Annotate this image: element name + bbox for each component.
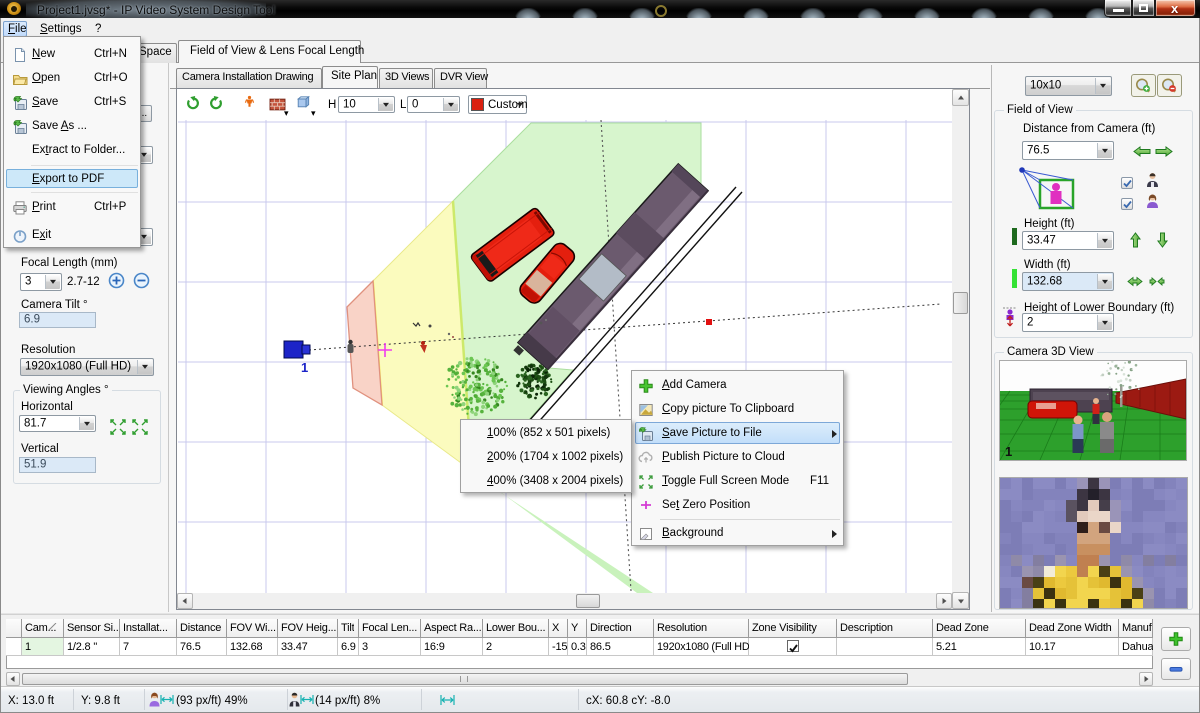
svg-text:1: 1	[1005, 444, 1012, 459]
svg-text:1: 1	[301, 360, 308, 375]
